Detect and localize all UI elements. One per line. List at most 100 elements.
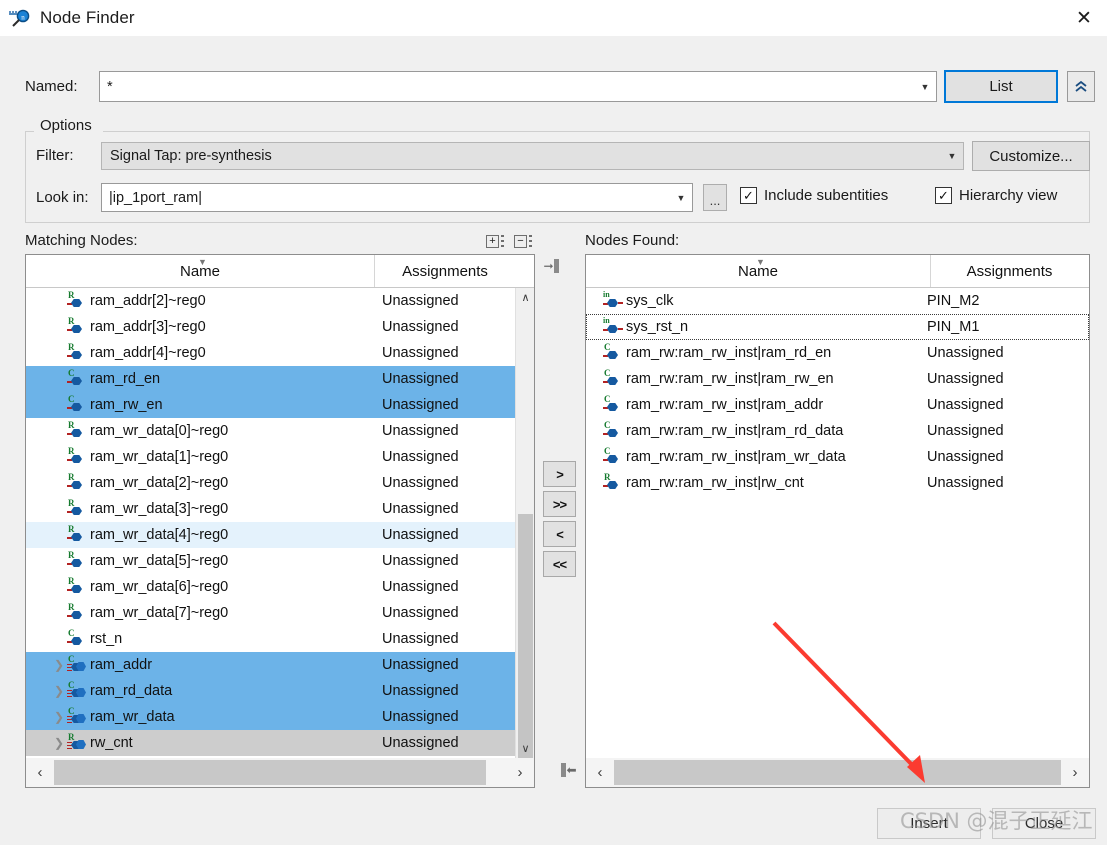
hierarchy-view-checkbox[interactable]: ✓ Hierarchy view: [935, 187, 1057, 204]
node-assignment: Unassigned: [927, 397, 1004, 413]
matching-nodes-listbox[interactable]: Name Assignments ▼ Rram_addr[2]~reg0 Unas…: [25, 254, 535, 788]
table-row[interactable]: Rram_rw:ram_rw_inst|rw_cnt Unassigned: [586, 470, 1089, 496]
table-row[interactable]: Rram_wr_data[5]~reg0 Unassigned: [26, 548, 534, 574]
table-row[interactable]: Cram_rd_en Unassigned: [26, 366, 534, 392]
look-in-value[interactable]: |ip_1port_ram|: [102, 190, 670, 206]
table-row[interactable]: Cram_rw_en Unassigned: [26, 392, 534, 418]
node-type-combinational-icon: C: [602, 420, 622, 440]
table-row[interactable]: Rram_wr_data[2]~reg0 Unassigned: [26, 470, 534, 496]
table-row[interactable]: Rram_wr_data[7]~reg0 Unassigned: [26, 600, 534, 626]
node-type-register-icon: R: [66, 420, 86, 440]
table-row[interactable]: ❯ Cram_wr_data Unassigned: [26, 704, 534, 730]
sort-indicator-icon: ▼: [198, 257, 207, 267]
table-row[interactable]: ❯ Cram_rd_data Unassigned: [26, 678, 534, 704]
node-name: rw_cnt: [90, 735, 133, 751]
node-type-input-pin-icon: in: [602, 316, 623, 336]
expand-chevron-icon[interactable]: ❯: [52, 658, 66, 672]
title-bar: n Node Finder ✕: [0, 0, 1107, 36]
collapse-left-panel-icon[interactable]: ➞: [540, 256, 562, 276]
expand-all-button[interactable]: +: [484, 233, 506, 250]
checkmark-icon: ✓: [740, 187, 757, 204]
scrollbar-thumb[interactable]: [54, 760, 486, 785]
expand-chevron-icon[interactable]: ❯: [52, 684, 66, 698]
nodes-found-listbox[interactable]: Name Assignments ▼ in sys_clk PIN_M2 in sys_…: [585, 254, 1090, 788]
chevron-down-icon[interactable]: ▼: [670, 183, 692, 212]
node-assignment: Unassigned: [382, 319, 459, 335]
table-row[interactable]: Rram_wr_data[6]~reg0 Unassigned: [26, 574, 534, 600]
table-row[interactable]: Rram_wr_data[4]~reg0 Unassigned: [26, 522, 534, 548]
matching-vertical-scrollbar[interactable]: ∧ ∨: [515, 288, 534, 759]
table-row[interactable]: Rram_wr_data[0]~reg0 Unassigned: [26, 418, 534, 444]
node-name: ram_rw:ram_rw_inst|ram_addr: [626, 397, 824, 413]
node-type-register-icon: R: [602, 472, 622, 492]
column-header-assignments[interactable]: Assignments: [375, 255, 515, 287]
scrollbar-thumb[interactable]: [614, 760, 1061, 785]
table-row[interactable]: in sys_clk PIN_M2: [586, 288, 1089, 314]
node-name: ram_rw:ram_rw_inst|ram_rw_en: [626, 371, 834, 387]
table-row[interactable]: Rram_wr_data[3]~reg0 Unassigned: [26, 496, 534, 522]
table-row[interactable]: Crst_n Unassigned: [26, 626, 534, 652]
table-row[interactable]: Cram_rw:ram_rw_inst|ram_rd_en Unassigned: [586, 340, 1089, 366]
node-assignment: Unassigned: [382, 553, 459, 569]
scroll-left-icon[interactable]: ‹: [26, 759, 54, 786]
node-name: ram_rw_en: [90, 397, 163, 413]
chevron-down-icon[interactable]: ▼: [941, 142, 963, 171]
scrollbar-track[interactable]: [54, 759, 506, 786]
node-name: ram_rd_data: [90, 683, 173, 699]
sort-indicator-icon: ▼: [756, 257, 765, 267]
column-header-assignments[interactable]: Assignments: [931, 255, 1088, 287]
chevron-down-icon[interactable]: ▼: [914, 72, 936, 101]
table-row[interactable]: Cram_rw:ram_rw_inst|ram_wr_data Unassigne…: [586, 444, 1089, 470]
table-row[interactable]: ❯ Cram_addr Unassigned: [26, 652, 534, 678]
include-subentities-checkbox[interactable]: ✓ Include subentities: [740, 187, 888, 204]
table-row[interactable]: Rram_addr[2]~reg0 Unassigned: [26, 288, 534, 314]
table-row[interactable]: Rram_addr[3]~reg0 Unassigned: [26, 314, 534, 340]
scroll-right-icon[interactable]: ›: [1061, 759, 1089, 786]
node-assignment: Unassigned: [382, 371, 459, 387]
browse-button[interactable]: ...: [703, 184, 727, 211]
add-all-button[interactable]: >>: [543, 491, 576, 517]
named-input-value[interactable]: *: [100, 79, 914, 95]
scroll-down-icon[interactable]: ∨: [516, 739, 534, 758]
remove-selected-button[interactable]: <: [543, 521, 576, 547]
node-type-combinational-icon: C: [66, 628, 86, 648]
close-icon[interactable]: ✕: [1061, 0, 1107, 36]
scrollbar-track[interactable]: [614, 759, 1061, 786]
dots-icon: [501, 235, 504, 248]
plus-icon: +: [486, 235, 499, 248]
table-row[interactable]: Rram_addr[4]~reg0 Unassigned: [26, 340, 534, 366]
scroll-up-icon[interactable]: ∧: [516, 288, 534, 307]
table-row[interactable]: Cram_rw:ram_rw_inst|ram_rw_en Unassigned: [586, 366, 1089, 392]
list-button[interactable]: List: [944, 70, 1058, 103]
table-row[interactable]: in sys_rst_n PIN_M1: [586, 314, 1089, 340]
collapse-options-button[interactable]: [1067, 71, 1095, 102]
table-row[interactable]: Cram_rw:ram_rw_inst|ram_addr Unassigned: [586, 392, 1089, 418]
look-in-combobox[interactable]: |ip_1port_ram| ▼: [101, 183, 693, 212]
collapse-all-button[interactable]: −: [512, 233, 534, 250]
expand-left-panel-icon[interactable]: ⬅: [558, 760, 580, 780]
node-assignment: Unassigned: [382, 579, 459, 595]
scroll-right-icon[interactable]: ›: [506, 759, 534, 786]
insert-button[interactable]: Insert: [877, 808, 981, 839]
table-row[interactable]: Cram_rw:ram_rw_inst|ram_rd_data Unassigne…: [586, 418, 1089, 444]
scrollbar-thumb[interactable]: [518, 514, 533, 759]
table-row[interactable]: ❯ Rrw_cnt Unassigned: [26, 730, 534, 756]
found-horizontal-scrollbar[interactable]: ‹ ›: [586, 758, 1089, 787]
node-assignment: Unassigned: [927, 423, 1004, 439]
add-selected-button[interactable]: >: [543, 461, 576, 487]
scroll-left-icon[interactable]: ‹: [586, 759, 614, 786]
remove-all-button[interactable]: <<: [543, 551, 576, 577]
named-combobox[interactable]: * ▼: [99, 71, 937, 102]
close-button[interactable]: Close: [992, 808, 1096, 839]
nodes-found-header: Name Assignments ▼: [586, 255, 1089, 288]
node-assignment: Unassigned: [382, 631, 459, 647]
expand-chevron-icon[interactable]: ❯: [52, 736, 66, 750]
filter-combobox[interactable]: Signal Tap: pre-synthesis ▼: [101, 142, 964, 170]
filter-value[interactable]: Signal Tap: pre-synthesis: [102, 148, 941, 164]
customize-button[interactable]: Customize...: [972, 141, 1090, 171]
node-name: ram_rw:ram_rw_inst|rw_cnt: [626, 475, 804, 491]
matching-horizontal-scrollbar[interactable]: ‹ ›: [26, 758, 534, 787]
table-row[interactable]: Rram_wr_data[1]~reg0 Unassigned: [26, 444, 534, 470]
node-type-combinational-icon: C: [602, 394, 622, 414]
expand-chevron-icon[interactable]: ❯: [52, 710, 66, 724]
